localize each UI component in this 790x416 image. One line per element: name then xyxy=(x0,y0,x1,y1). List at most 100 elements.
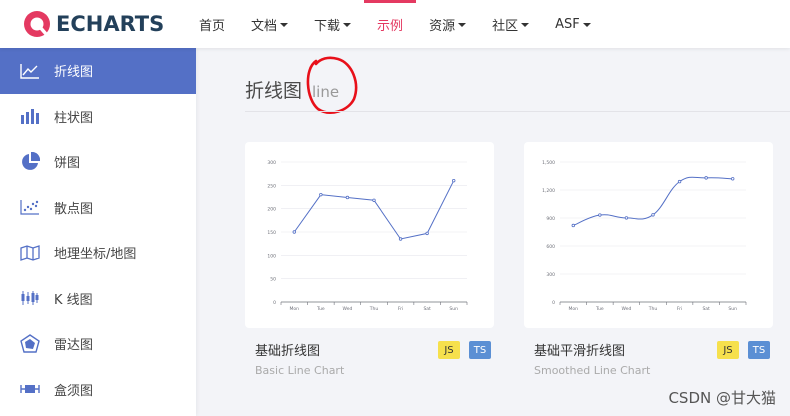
y-tick-label: 150 xyxy=(267,230,276,236)
caret-down-icon xyxy=(582,23,591,27)
sidebar-item-4[interactable]: 地理坐标/地图 xyxy=(0,230,196,276)
sidebar-item-2[interactable]: 饼图 xyxy=(0,139,196,185)
card-subtitle: Basic Line Chart xyxy=(255,364,345,377)
js-badge[interactable]: JS xyxy=(438,341,460,359)
sidebar-item-label: 饼图 xyxy=(54,156,81,172)
nav-item-label: 社区 xyxy=(492,18,519,34)
y-tick-label: 0 xyxy=(552,300,555,306)
main-content: 折线图 line 0 50 100 150 200 250 300 Mon Tue Wed Thu F… xyxy=(196,48,790,416)
nav-item-0[interactable]: 首页 xyxy=(186,0,238,48)
sidebar-item-label: 雷达图 xyxy=(54,338,94,354)
brand-name: ECHARTS xyxy=(56,12,165,36)
data-point xyxy=(398,237,403,241)
sidebar-item-0[interactable]: 折线图 xyxy=(0,48,196,94)
x-tick-label: Wed xyxy=(343,306,353,312)
data-point xyxy=(292,230,296,234)
x-tick-label: Mon xyxy=(569,306,579,312)
nav-item-6[interactable]: ASF xyxy=(542,0,604,48)
data-point xyxy=(704,176,708,180)
y-tick-label: 300 xyxy=(546,272,555,278)
caret-down-icon xyxy=(343,23,352,27)
nav-item-label: ASF xyxy=(555,16,580,32)
nav-item-1[interactable]: 文档 xyxy=(238,0,301,48)
x-tick-label: Thu xyxy=(369,306,379,312)
data-point xyxy=(731,177,735,181)
x-tick-label: Fri xyxy=(398,306,403,312)
y-tick-label: 100 xyxy=(267,253,276,259)
card-title: 基础平滑折线图 xyxy=(534,344,626,359)
card-subtitle: Smoothed Line Chart xyxy=(534,364,651,377)
nav-item-5[interactable]: 社区 xyxy=(479,0,542,48)
main-nav: 首页 文档 下载 示例 资源 社区 ASF xyxy=(186,0,604,48)
map-icon xyxy=(19,244,41,262)
basic-line-chart: 0 50 100 150 200 250 300 Mon Tue Wed Thu Fri Sat Sun xyxy=(267,160,468,312)
nav-item-label: 示例 xyxy=(377,18,404,34)
data-point xyxy=(677,179,682,184)
data-point xyxy=(452,178,456,183)
section-title: 折线图 xyxy=(245,80,303,102)
ts-badge[interactable]: TS xyxy=(748,341,770,359)
y-tick-label: 50 xyxy=(270,277,276,283)
bar-chart-icon xyxy=(19,107,41,125)
data-point xyxy=(425,231,429,236)
nav-item-3[interactable]: 示例 xyxy=(364,0,417,48)
nav-item-label: 文档 xyxy=(251,18,278,34)
boxplot-icon xyxy=(19,380,41,398)
card-title: 基础折线图 xyxy=(255,344,321,359)
caret-down-icon xyxy=(458,23,467,27)
echarts-logo[interactable]: ECHARTS xyxy=(22,9,164,39)
scatter-chart-icon xyxy=(19,198,41,216)
pie-chart-icon xyxy=(19,151,41,171)
sidebar-item-label: 盒须图 xyxy=(54,383,94,399)
data-point xyxy=(319,192,323,197)
y-tick-label: 1,500 xyxy=(542,160,555,166)
sidebar-item-5[interactable]: K 线图 xyxy=(0,276,196,322)
data-point xyxy=(624,216,629,220)
sidebar-item-1[interactable]: 柱状图 xyxy=(0,94,196,140)
y-tick-label: 600 xyxy=(546,244,555,250)
top-navbar: ECHARTS 首页 文档 下载 示例 资源 社区 ASF xyxy=(0,0,790,48)
y-tick-label: 300 xyxy=(267,160,276,166)
sidebar-item-label: 地理坐标/地图 xyxy=(54,247,137,263)
y-tick-label: 900 xyxy=(546,216,555,222)
data-point xyxy=(345,195,350,200)
sidebar-item-label: 散点图 xyxy=(54,201,94,217)
x-tick-label: Mon xyxy=(290,306,300,312)
sidebar-item-7[interactable]: 盒须图 xyxy=(0,367,196,413)
nav-item-label: 资源 xyxy=(429,18,456,34)
data-point xyxy=(571,223,575,228)
nav-item-label: 下载 xyxy=(314,18,341,34)
line-chart-icon xyxy=(19,62,41,80)
x-tick-label: Sun xyxy=(728,306,737,312)
candlestick-icon xyxy=(19,289,41,307)
example-card-smoothed-line[interactable]: 0 300 600 900 1,200 1,500 Mon Tue Wed Thu Fri Sat Su… xyxy=(524,142,773,377)
y-tick-label: 250 xyxy=(267,183,276,189)
x-tick-label: Sat xyxy=(702,306,710,312)
sidebar-item-6[interactable]: 雷达图 xyxy=(0,321,196,367)
echarts-logo-icon xyxy=(22,9,52,39)
series-line xyxy=(293,180,455,240)
x-tick-label: Tue xyxy=(595,306,604,312)
red-circle-annotation xyxy=(306,56,358,114)
x-tick-label: Fri xyxy=(677,306,682,312)
x-tick-label: Tue xyxy=(316,306,325,312)
data-point xyxy=(598,213,602,217)
sidebar-item-label: 折线图 xyxy=(54,65,94,81)
data-point xyxy=(651,213,655,217)
sidebar-item-label: 柱状图 xyxy=(54,110,94,126)
data-point xyxy=(372,198,376,202)
ts-badge[interactable]: TS xyxy=(469,341,491,359)
caret-down-icon xyxy=(280,23,289,27)
nav-item-4[interactable]: 资源 xyxy=(416,0,479,48)
y-tick-label: 200 xyxy=(267,207,276,213)
y-tick-label: 1,200 xyxy=(542,188,555,194)
sidebar-item-3[interactable]: 散点图 xyxy=(0,185,196,231)
smoothed-line-chart: 0 300 600 900 1,200 1,500 Mon Tue Wed Thu Fri Sat Su… xyxy=(542,160,747,312)
sidebar-item-label: K 线图 xyxy=(54,292,93,308)
y-tick-label: 0 xyxy=(273,300,276,306)
js-badge[interactable]: JS xyxy=(717,341,739,359)
nav-item-2[interactable]: 下载 xyxy=(301,0,364,48)
caret-down-icon xyxy=(521,23,530,27)
example-card-basic-line[interactable]: 0 50 100 150 200 250 300 Mon Tue Wed Thu Fri Sat Sun … xyxy=(245,142,494,377)
radar-chart-icon xyxy=(19,333,41,353)
